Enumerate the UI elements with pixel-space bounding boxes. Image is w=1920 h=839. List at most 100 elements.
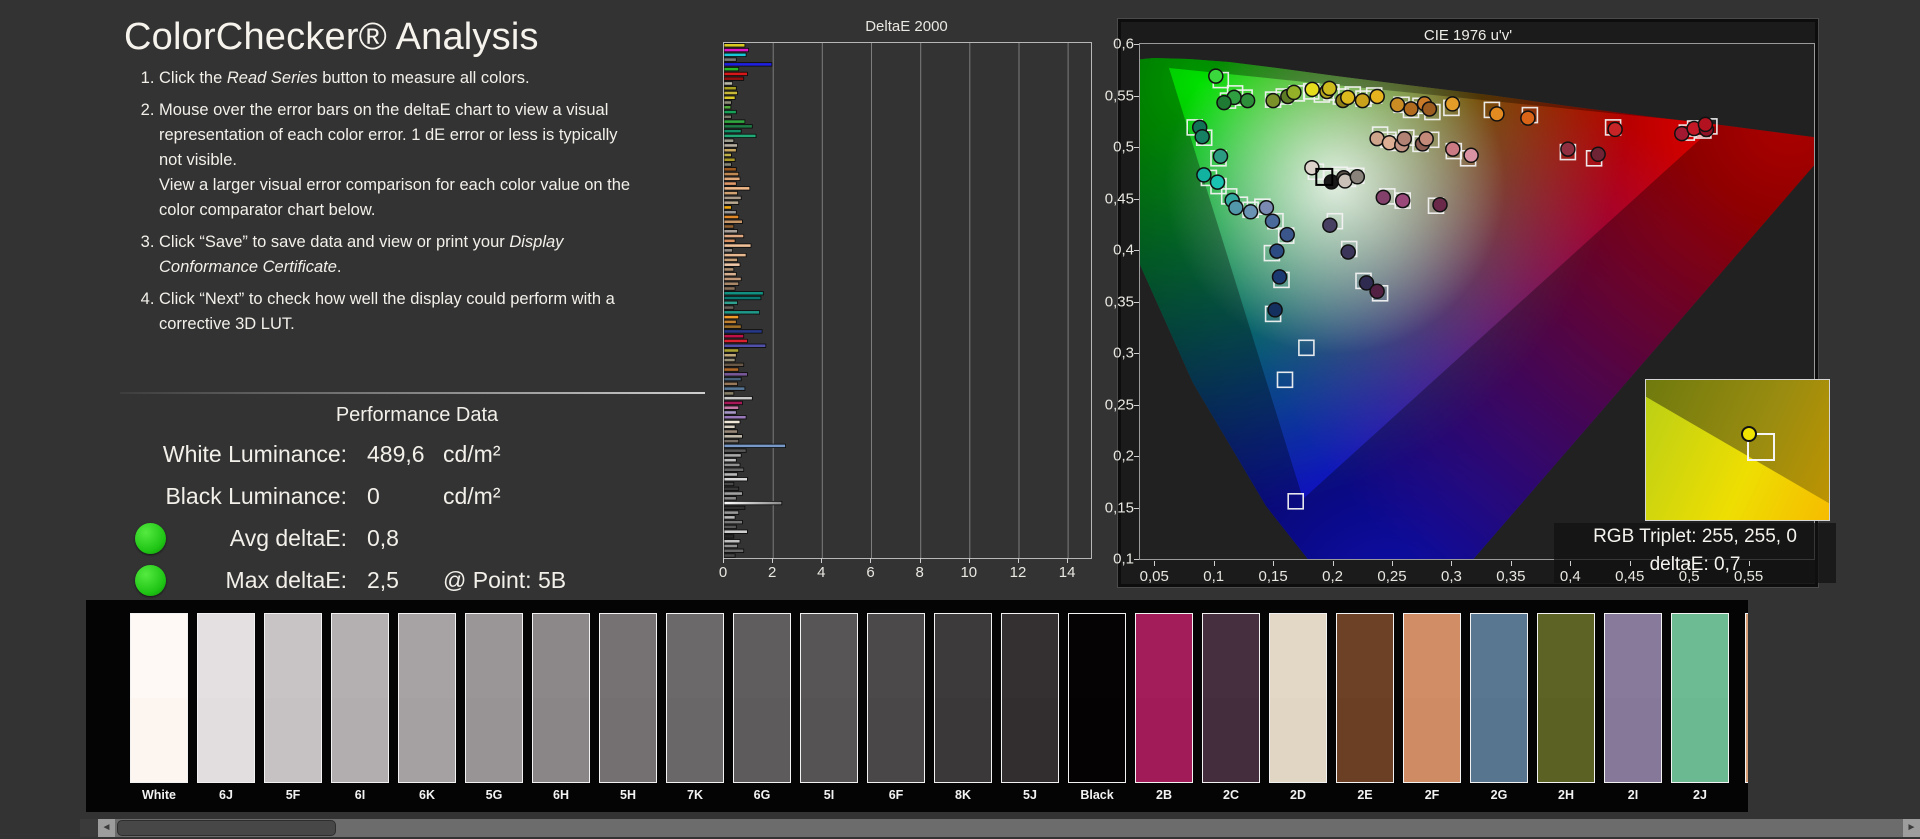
cie-y-tick [1134,302,1139,303]
swatch-5H[interactable] [599,613,657,783]
swatch-actual [600,614,656,698]
swatch-8K[interactable] [934,613,992,783]
swatch-partial[interactable] [1745,613,1748,783]
error-bar [724,549,744,552]
axis-tick [772,558,773,563]
swatch-2J[interactable] [1671,613,1729,783]
swatch-2F[interactable] [1403,613,1461,783]
swatch-2H[interactable] [1537,613,1595,783]
error-bar [724,387,745,390]
error-bar [724,544,738,547]
cie-x-tick-label: 0,2 [1322,568,1343,585]
error-bar [724,282,739,285]
swatch-2B[interactable] [1135,613,1193,783]
error-bar [724,311,760,314]
error-bar [724,215,739,218]
swatch-6I[interactable] [331,613,389,783]
error-bar [724,325,741,328]
measured-point [1241,94,1255,108]
error-bar [724,101,731,104]
instruction-item: Click “Next” to check how well the displ… [159,287,637,337]
error-bar [724,144,738,147]
deltae-bars[interactable] [724,43,1091,558]
cie-y-tick-label: 0,5 [1094,139,1134,156]
cie-x-tick-label: 0,4 [1560,568,1581,585]
measured-point [1521,111,1535,125]
error-bar [724,225,734,228]
swatch-2E[interactable] [1336,613,1394,783]
measured-point [1209,69,1223,83]
swatch-2D[interactable] [1269,613,1327,783]
cie-y-tick [1134,508,1139,509]
swatch-target [1337,698,1393,782]
scroll-left-button[interactable]: ◄ [98,819,115,837]
swatch-target [1002,698,1058,782]
error-bar [724,501,782,504]
error-bar [724,115,731,118]
measured-point [1397,132,1411,146]
error-bar [724,172,739,175]
error-bar [724,420,740,423]
deltae-bar-chart[interactable] [723,42,1092,559]
swatch-6K[interactable] [398,613,456,783]
swatch-White[interactable] [130,613,188,783]
swatch-target [1672,698,1728,782]
swatch-7K[interactable] [666,613,724,783]
measured-point [1419,132,1433,146]
scroll-right-button[interactable]: ► [1903,819,1920,837]
deltae-x-axis: 02468101214 [723,558,1090,586]
measured-point [1244,205,1258,219]
swatch-2C[interactable] [1202,613,1260,783]
swatch-label: 8K [928,788,998,802]
swatch-label: 2I [1598,788,1668,802]
swatch-5G[interactable] [465,613,523,783]
swatch-target [935,698,991,782]
measured-point [1433,198,1447,212]
swatch-5J[interactable] [1001,613,1059,783]
scrollbar-thumb[interactable] [117,820,336,836]
error-bar [724,458,736,461]
error-bar [724,525,736,528]
swatch-target [1404,698,1460,782]
swatch-target [1203,698,1259,782]
swatch-target [399,698,455,782]
axis-tick-label: 4 [817,564,825,581]
cie-x-tick [1630,561,1631,566]
cie-x-tick-label: 0,1 [1203,568,1224,585]
metric-extra: @ Point: 5B [443,567,727,594]
performance-row: Black Luminance:0cd/m² [107,475,727,517]
error-bar [724,277,741,280]
error-bar [724,382,738,385]
cie-y-tick-label: 0,45 [1094,190,1134,207]
swatch-5F[interactable] [264,613,322,783]
performance-data-section: Performance Data White Luminance:489,6cd… [107,404,727,601]
axis-tick-label: 14 [1059,564,1076,581]
cie-x-tick [1749,561,1750,566]
measured-point [1268,303,1282,317]
swatch-target [466,698,522,782]
measured-point [1259,201,1273,215]
swatch-2G[interactable] [1470,613,1528,783]
swatch-6F[interactable] [867,613,925,783]
axis-tick-label: 6 [866,564,874,581]
measured-point [1698,117,1712,131]
error-bar [724,540,740,543]
error-bar [724,129,741,132]
horizontal-scrollbar[interactable]: ◄ ► [98,819,1920,837]
swatch-2I[interactable] [1604,613,1662,783]
swatch-target [332,698,388,782]
scrollbar-corner [80,819,98,837]
measured-point [1341,245,1355,259]
color-comparator: Actual Target White6J5F6I6K5G6H5H7K6G5I6… [86,600,1748,812]
swatch-6J[interactable] [197,613,255,783]
error-bar [724,320,736,323]
swatch-6G[interactable] [733,613,791,783]
metric-label: White Luminance: [157,441,347,468]
swatch-Black[interactable] [1068,613,1126,783]
swatch-target [1538,698,1594,782]
error-bar [724,77,744,80]
swatch-target [1069,698,1125,782]
swatch-actual [734,614,790,698]
swatch-5I[interactable] [800,613,858,783]
swatch-6H[interactable] [532,613,590,783]
